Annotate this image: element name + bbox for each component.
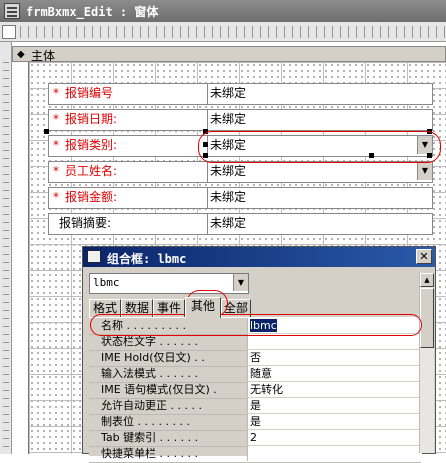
label-text: 报销日期: — [65, 112, 118, 126]
property-row-tab-index[interactable]: Tab 键索引 . . . . . . 2 — [89, 430, 422, 447]
detail-section-bar[interactable]: ◆ 主体 — [12, 46, 446, 63]
property-name: Tab 键索引 . . . . . . — [101, 431, 199, 444]
scroll-thumb[interactable] — [420, 288, 434, 348]
property-name: 状态栏文字 . . . . . . — [101, 335, 198, 348]
property-name: 允许自动更正 . . . . . — [101, 399, 202, 412]
property-row-ime-sentence-mode[interactable]: IME 语句模式(仅日文) . 无转化 — [89, 382, 422, 399]
object-selector-combobox[interactable]: lbmc ▼ — [89, 273, 249, 294]
property-row-shortcut-menu-bar[interactable]: 快捷菜单栏 . . . . . . — [89, 446, 422, 463]
selection-handle[interactable] — [44, 129, 49, 134]
property-value[interactable]: 否 — [247, 350, 422, 365]
label-text: 员工姓名: — [65, 164, 118, 178]
property-value[interactable]: 2 — [247, 430, 422, 445]
label-report-id[interactable]: * 报销编号 — [48, 83, 209, 105]
window-title-bar[interactable]: frmBxmx_Edit : 窗体 — [0, 0, 446, 22]
property-sheet-icon — [87, 250, 101, 263]
property-row-allow-autocorrect[interactable]: 允许自动更正 . . . . . 是 — [89, 398, 422, 415]
chevron-down-icon[interactable]: ▼ — [233, 274, 248, 291]
vertical-ruler[interactable] — [0, 42, 12, 454]
label-text: 报销类别: — [65, 138, 118, 152]
scroll-up-icon[interactable]: ▲ — [420, 273, 434, 287]
textbox-report-summary[interactable]: 未绑定 — [207, 213, 433, 235]
label-report-date[interactable]: * 报销日期: — [48, 109, 209, 131]
property-row-status-bar-text[interactable]: 状态栏文字 . . . . . . — [89, 334, 422, 351]
close-icon[interactable]: ✕ — [416, 249, 432, 264]
label-report-category[interactable]: * 报销类别: — [48, 135, 209, 157]
property-row-tab-stop[interactable]: 制表位 . . . . . . . . 是 — [89, 414, 422, 431]
label-report-amount[interactable]: * 报销金额: — [48, 187, 209, 209]
form-selector[interactable] — [2, 25, 16, 39]
property-name: 制表位 . . . . . . . . — [101, 415, 190, 428]
required-mark: * — [53, 86, 59, 100]
required-mark: * — [53, 164, 59, 178]
combobox-value: 未绑定 — [210, 164, 247, 178]
object-selector-value: lbmc — [93, 276, 120, 289]
property-sheet-window[interactable]: 组合框: lbmc ✕ lbmc ▼ 格式 数据 事件 其他 全部 名称 . .… — [82, 246, 436, 463]
property-name: IME Hold(仅日文) . . — [101, 351, 205, 364]
required-mark: * — [53, 112, 59, 126]
form-icon — [4, 3, 20, 19]
property-sheet-title: 组合框: lbmc — [107, 252, 187, 266]
textbox-report-amount[interactable]: 未绑定 — [207, 187, 433, 209]
chevron-down-icon[interactable]: ▼ — [417, 162, 432, 180]
property-name: 输入法模式 . . . . . . — [101, 367, 198, 380]
combobox-employee-name[interactable]: 未绑定 ▼ — [207, 161, 433, 183]
property-sheet-title-bar[interactable]: 组合框: lbmc ✕ — [83, 247, 435, 267]
textbox-value: 未绑定 — [210, 86, 247, 100]
textbox-value: 未绑定 — [210, 190, 247, 204]
property-value[interactable]: 是 — [247, 414, 422, 429]
textbox-report-date[interactable]: 未绑定 — [207, 109, 433, 131]
annotation-oval — [90, 314, 422, 336]
tab-other[interactable]: 其他 — [185, 297, 221, 318]
property-value[interactable] — [247, 334, 422, 349]
annotation-oval — [198, 131, 441, 163]
property-sheet-scrollbar[interactable]: ▲ — [419, 273, 434, 453]
property-name: 快捷菜单栏 . . . . . . — [101, 447, 198, 460]
label-text: 报销编号 — [65, 86, 114, 100]
label-text: 报销金额: — [65, 190, 118, 204]
property-name: IME 语句模式(仅日文) . — [101, 383, 217, 396]
label-report-summary[interactable]: 报销摘要: — [48, 213, 209, 235]
label-text: 报销摘要: — [59, 216, 112, 230]
required-mark: * — [53, 138, 59, 152]
horizontal-ruler[interactable] — [0, 22, 446, 42]
window-title: frmBxmx_Edit : 窗体 — [26, 5, 159, 19]
label-employee-name[interactable]: * 员工姓名: — [48, 161, 209, 183]
property-value[interactable]: 无转化 — [247, 382, 422, 397]
textbox-value: 未绑定 — [210, 112, 247, 126]
property-list: 名称 . . . . . . . . . lbmc 状态栏文字 . . . . … — [89, 317, 422, 463]
property-row-ime-hold[interactable]: IME Hold(仅日文) . . 否 — [89, 350, 422, 367]
section-arrow-icon: ◆ — [17, 49, 25, 60]
textbox-report-id[interactable]: 未绑定 — [207, 83, 433, 105]
property-row-ime-mode[interactable]: 输入法模式 . . . . . . 随意 — [89, 366, 422, 383]
property-value[interactable]: 随意 — [247, 366, 422, 381]
required-mark: * — [53, 190, 59, 204]
ruler-ticks — [20, 26, 446, 38]
ruler-ticks — [3, 62, 9, 454]
property-value[interactable]: 是 — [247, 398, 422, 413]
textbox-value: 未绑定 — [210, 216, 247, 230]
